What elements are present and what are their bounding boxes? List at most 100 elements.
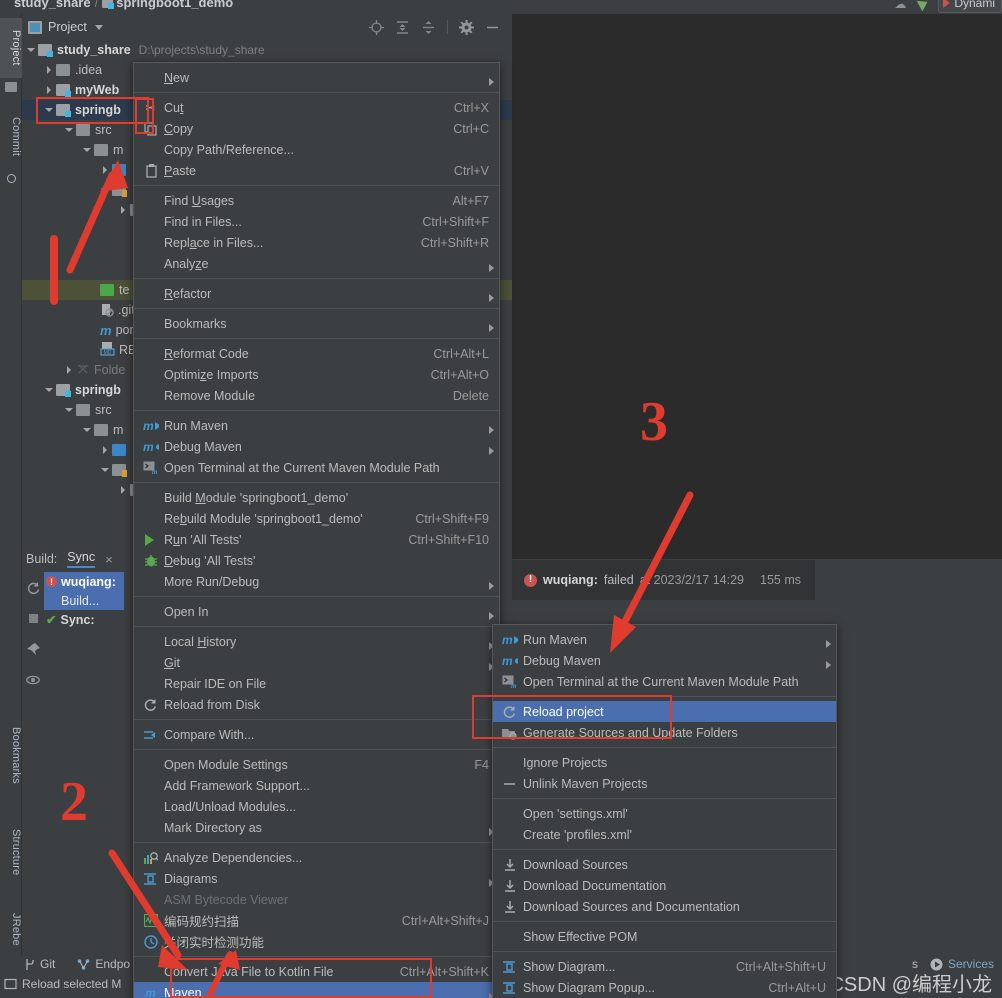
menu-item[interactable]: Create 'profiles.xml' <box>493 824 836 845</box>
menu-item[interactable]: Repair IDE on File <box>134 673 499 694</box>
menu-item[interactable]: ASM Bytecode Viewer <box>134 889 499 910</box>
menu-item[interactable]: m Run Maven <box>493 629 836 650</box>
breadcrumb[interactable]: study_share / springboot1_demo <box>14 0 233 10</box>
expand-arrow-icon[interactable] <box>44 105 54 115</box>
build-row-wuqiang[interactable]: ! wuqiang: <box>44 572 124 591</box>
locate-icon[interactable] <box>369 19 384 35</box>
download-update-icon[interactable]: ☁ <box>891 0 909 13</box>
hide-icon[interactable] <box>485 20 500 35</box>
menu-item[interactable]: m Maven <box>134 982 499 998</box>
status-reload-selected[interactable]: Reload selected M <box>4 977 121 991</box>
tab-sync[interactable]: Sync <box>67 550 96 568</box>
menu-item[interactable]: Find Usages Alt+F7 <box>134 190 499 211</box>
menu-item[interactable]: Bookmarks <box>134 313 499 334</box>
menu-item[interactable]: Reload project <box>493 701 836 722</box>
menu-item[interactable]: Show Effective POM <box>493 926 836 947</box>
context-menu[interactable]: New ✂ Cut Ctrl+X Copy Ctrl+C Copy Path/Referen… <box>133 62 500 998</box>
menu-item[interactable]: Reformat Code Ctrl+Alt+L <box>134 343 499 364</box>
dynamic-run-button[interactable]: Dynami <box>938 0 1002 13</box>
menu-item[interactable]: Refactor <box>134 283 499 304</box>
close-icon[interactable]: × <box>105 552 113 567</box>
expand-arrow-icon[interactable] <box>64 125 74 135</box>
menu-item[interactable]: Analyze Dependencies... <box>134 847 499 868</box>
menu-item[interactable]: Replace in Files... Ctrl+Shift+R <box>134 232 499 253</box>
expand-arrow-icon[interactable] <box>64 365 74 375</box>
menu-item[interactable]: 关闭实时检测功能 <box>134 931 499 952</box>
menu-item[interactable]: ✂ Cut Ctrl+X <box>134 97 499 118</box>
menu-item[interactable]: Show Diagram... Ctrl+Alt+Shift+U <box>493 956 836 977</box>
breadcrumb-project[interactable]: study_share <box>14 0 91 10</box>
menu-item[interactable]: m Debug Maven <box>134 436 499 457</box>
menu-item[interactable]: Remove Module Delete <box>134 385 499 406</box>
expand-arrow-icon[interactable] <box>82 425 92 435</box>
status-endpoints[interactable]: Endpo <box>77 957 130 971</box>
build-output-list[interactable]: ! wuqiang: Build... ✔ Sync: <box>44 572 124 629</box>
menu-item[interactable]: Open 'settings.xml' <box>493 803 836 824</box>
menu-item[interactable]: Paste Ctrl+V <box>134 160 499 181</box>
menu-item[interactable]: Open In <box>134 601 499 622</box>
chevron-down-icon[interactable] <box>94 24 103 30</box>
menu-item[interactable]: Load/Unload Modules... <box>134 796 499 817</box>
menu-item[interactable]: m Open Terminal at the Current Maven Modu… <box>493 671 836 692</box>
run-config-icon[interactable] <box>917 0 931 11</box>
menu-item[interactable]: Debug 'All Tests' <box>134 550 499 571</box>
eye-icon[interactable] <box>25 673 41 688</box>
menu-item[interactable]: Download Sources and Documentation <box>493 896 836 917</box>
collapse-all-icon[interactable] <box>421 20 436 35</box>
expand-arrow-icon[interactable] <box>82 145 92 155</box>
menu-item[interactable]: Rebuild Module 'springboot1_demo' Ctrl+Sh… <box>134 508 499 529</box>
rerun-icon[interactable] <box>26 580 41 595</box>
expand-arrow-icon[interactable] <box>26 45 36 55</box>
stop-icon[interactable] <box>26 611 41 626</box>
tree-row-study_share[interactable]: study_share D:\projects\study_share <box>22 40 512 60</box>
menu-item[interactable]: Show Diagram Popup... Ctrl+Alt+U <box>493 977 836 998</box>
menu-item[interactable]: Open Module Settings F4 <box>134 754 499 775</box>
menu-item[interactable]: Download Sources <box>493 854 836 875</box>
expand-arrow-icon[interactable] <box>44 65 54 75</box>
expand-arrow-icon[interactable] <box>44 85 54 95</box>
menu-item[interactable]: More Run/Debug <box>134 571 499 592</box>
menu-item[interactable]: Unlink Maven Projects <box>493 773 836 794</box>
menu-item[interactable]: Optimize Imports Ctrl+Alt+O <box>134 364 499 385</box>
sidebar-item-structure[interactable]: Structure <box>0 814 22 890</box>
menu-item[interactable]: m Open Terminal at the Current Maven Modu… <box>134 457 499 478</box>
menu-item[interactable]: Local History <box>134 631 499 652</box>
pin-icon[interactable] <box>26 642 41 657</box>
sidebar-item-project[interactable]: Project <box>0 18 22 78</box>
expand-arrow-icon[interactable] <box>100 465 110 475</box>
maven-submenu[interactable]: m Run Maven m Debug Maven m Open Terminal at … <box>492 624 837 998</box>
expand-arrow-icon[interactable] <box>100 165 110 175</box>
menu-item[interactable]: Copy Ctrl+C <box>134 118 499 139</box>
expand-arrow-icon[interactable] <box>100 185 110 195</box>
status-git[interactable]: Git <box>24 957 55 971</box>
menu-item[interactable]: Compare With... <box>134 724 499 745</box>
menu-item[interactable]: Git <box>134 652 499 673</box>
menu-item[interactable]: Mark Directory as <box>134 817 499 838</box>
menu-item[interactable]: Generate Sources and Update Folders <box>493 722 836 743</box>
menu-item[interactable]: Copy Path/Reference... <box>134 139 499 160</box>
menu-item[interactable]: Build Module 'springboot1_demo' <box>134 487 499 508</box>
menu-item[interactable]: Download Documentation <box>493 875 836 896</box>
expand-arrow-icon[interactable] <box>118 205 128 215</box>
sidebar-item-commit[interactable]: Commit <box>0 106 22 168</box>
menu-item[interactable]: m Debug Maven <box>493 650 836 671</box>
menu-item[interactable]: Ignore Projects <box>493 752 836 773</box>
menu-item[interactable]: Diagrams <box>134 868 499 889</box>
menu-item[interactable]: Find in Files... Ctrl+Shift+F <box>134 211 499 232</box>
expand-arrow-icon[interactable] <box>118 485 128 495</box>
menu-item[interactable]: Reload from Disk <box>134 694 499 715</box>
menu-item[interactable]: Run 'All Tests' Ctrl+Shift+F10 <box>134 529 499 550</box>
menu-item[interactable]: 编码规约扫描 Ctrl+Alt+Shift+J <box>134 910 499 931</box>
sidebar-item-bookmarks[interactable]: Bookmarks <box>0 714 22 796</box>
expand-arrow-icon[interactable] <box>64 405 74 415</box>
expand-all-icon[interactable] <box>395 20 410 35</box>
menu-item[interactable]: m Run Maven <box>134 415 499 436</box>
build-row-sync[interactable]: ✔ Sync: <box>44 610 124 629</box>
menu-item[interactable]: Convert Java File to Kotlin File Ctrl+Alt… <box>134 961 499 982</box>
breadcrumb-module[interactable]: springboot1_demo <box>116 0 233 10</box>
menu-item[interactable]: New <box>134 67 499 88</box>
build-row-build[interactable]: Build... <box>44 591 124 610</box>
settings-gear-icon[interactable] <box>459 19 474 35</box>
expand-arrow-icon[interactable] <box>44 385 54 395</box>
menu-item[interactable]: Analyze <box>134 253 499 274</box>
